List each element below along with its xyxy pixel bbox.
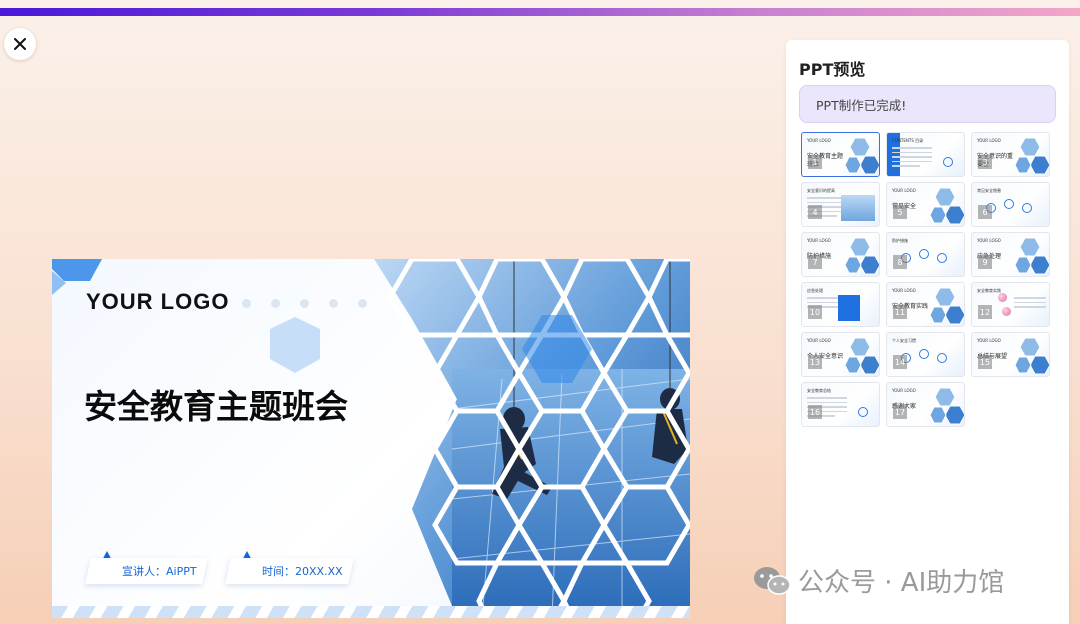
slide-thumbnail[interactable]: YOUR LOGO安全教育主题班会1 [801,132,880,177]
slide-thumbnail[interactable]: YOUR LOGO防护措施7 [801,232,880,277]
thumbnail-label: 安全教育总结 [807,388,831,393]
wechat-icon [754,566,791,595]
slide-preview: YOUR LOGO 安全教育主题班会 宣讲人：AiPPT 时间：20XX.XX [52,259,690,618]
thumbnail-grid: YOUR LOGO安全教育主题班会1CONTENTS 目录YOUR LOGO安全… [801,132,1051,427]
thumbnail-label: 个人安全习惯 [892,338,916,343]
slide-thumbnail[interactable]: YOUR LOGO常见安全5 [886,182,965,227]
thumbnail-label: YOUR LOGO [807,338,831,343]
thumbnail-label: 防护措施 [892,238,908,243]
thumbnail-label: YOUR LOGO [977,138,1001,143]
speaker-tag: 宣讲人：AiPPT [85,549,208,585]
thumbnail-label: CONTENTS 目录 [892,138,924,143]
time-text: 时间：20XX.XX [262,565,343,578]
slide-bottom-stripe [52,606,690,618]
thumbnail-label: YOUR LOGO [977,338,1001,343]
slide-thumbnail[interactable]: YOUR LOGO 个人安全意识 13 [801,332,880,377]
slide-thumbnail[interactable]: 应急处理 10 [801,282,880,327]
thumbnail-label: 常见安全隐患 [977,188,1001,193]
thumbnail-number: 7 [808,255,822,269]
slide-thumbnail[interactable]: YOUR LOGO 总结与展望 15 [971,332,1050,377]
slide-dots-decoration [242,299,367,308]
slide-thumbnail[interactable]: YOUR LOGO 安全教育实践 11 [886,282,965,327]
thumbnail-label: YOUR LOGO [807,138,831,143]
thumbnail-number: 6 [978,205,992,219]
close-icon [14,38,26,50]
status-message: PPT制作已完成! [799,85,1056,123]
thumbnail-number: 14 [893,355,907,369]
thumbnail-number: 4 [808,205,822,219]
thumbnail-label: 安全教育实践 [977,288,1001,293]
thumbnail-label: YOUR LOGO [977,238,1001,243]
slide-thumbnail[interactable]: 常见安全隐患 6 [971,182,1050,227]
slide-thumbnail[interactable]: YOUR LOGO应急处理9 [971,232,1050,277]
watermark: 公众号 · AI助力馆 [752,562,1004,599]
slide-thumbnail[interactable]: 安全意识的提高 4 [801,182,880,227]
close-button[interactable] [4,28,36,60]
thumbnail-number: 15 [978,355,992,369]
thumbnail-label: 应急处理 [807,288,823,293]
speaker-text: 宣讲人：AiPPT [122,565,197,578]
thumbnail-label: YOUR LOGO [892,188,916,193]
progress-bar [0,8,1080,16]
thumbnail-number: 10 [808,305,822,319]
thumbnail-number: 5 [893,205,907,219]
thumbnail-number: 3 [978,155,992,169]
slide-thumbnail[interactable]: 安全教育总结 16 [801,382,880,427]
thumbnail-label: 安全意识的提高 [807,188,835,193]
thumbnail-label: YOUR LOGO [807,238,831,243]
slide-thumbnail[interactable]: CONTENTS 目录 [886,132,965,177]
thumbnail-number: 16 [808,405,822,419]
ppt-preview-panel: PPT预览 PPT制作已完成! YOUR LOGO安全教育主题班会1 CONTEN… [786,40,1069,624]
watermark-text: 公众号 · AI助力馆 [798,568,1005,598]
slide-thumbnail[interactable]: YOUR LOGO感谢大家17 [886,382,965,427]
panel-title: PPT预览 [799,60,866,79]
time-tag: 时间：20XX.XX [225,549,354,585]
slide-thumbnail[interactable]: 个人安全习惯 14 [886,332,965,377]
thumbnail-number: 12 [978,305,992,319]
slide-thumbnail[interactable]: 防护措施 8 [886,232,965,277]
slide-thumbnail[interactable]: YOUR LOGO安全意识的重要性3 [971,132,1050,177]
thumbnail-label: YOUR LOGO [892,388,916,393]
thumbnail-number: 1 [808,155,822,169]
thumbnail-number: 13 [808,355,822,369]
slide-thumbnail[interactable]: 安全教育实践 12 [971,282,1050,327]
thumbnail-number: 9 [978,255,992,269]
slide-title: 安全教育主题班会 [84,387,348,426]
thumbnail-number: 17 [893,405,907,419]
slide-logo-text: YOUR LOGO [86,289,230,314]
thumbnail-number: 8 [893,255,907,269]
thumbnail-number: 11 [893,305,907,319]
thumbnail-label: YOUR LOGO [892,288,916,293]
progress-bar-fill [0,8,1080,16]
